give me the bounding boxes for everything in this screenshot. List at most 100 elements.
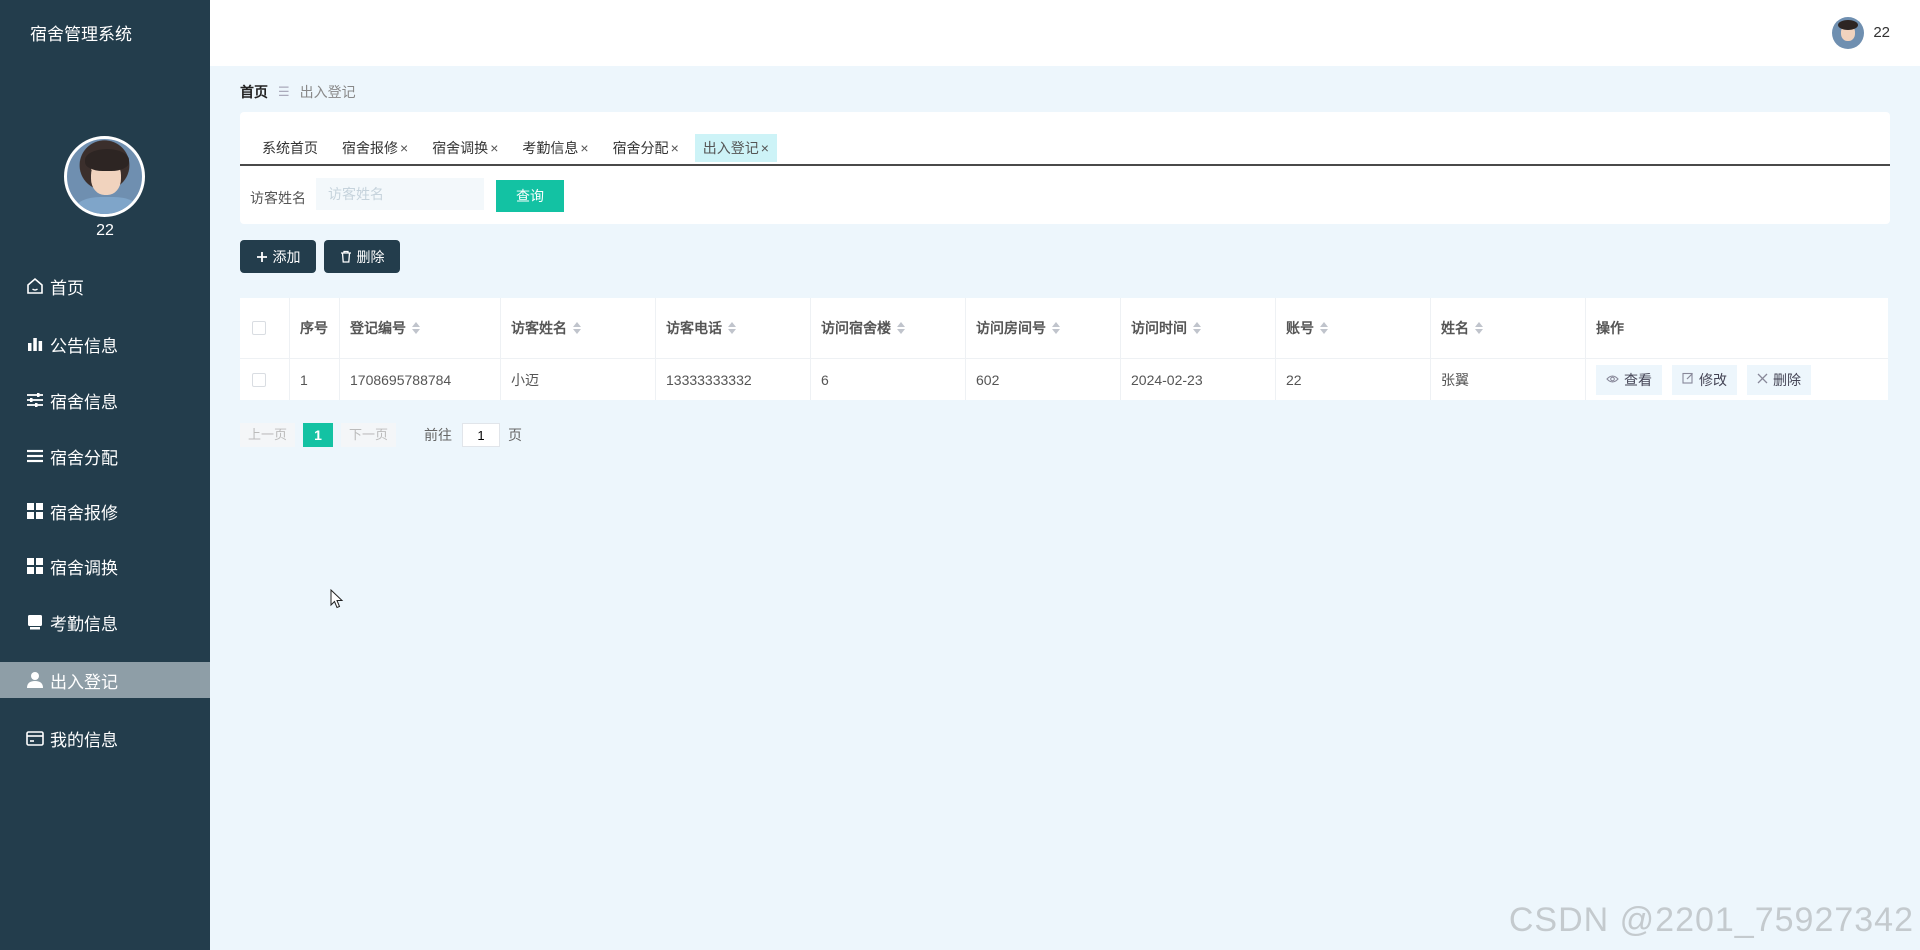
sort-icon[interactable] bbox=[412, 322, 420, 334]
cell-index: 1 bbox=[290, 359, 340, 400]
select-all-checkbox[interactable] bbox=[252, 321, 266, 335]
trash-icon bbox=[340, 250, 352, 263]
select-all-cell bbox=[240, 298, 290, 358]
breadcrumb-current: 出入登记 bbox=[299, 84, 356, 100]
close-icon[interactable]: × bbox=[400, 140, 408, 156]
inbox-icon bbox=[24, 611, 46, 633]
sidebar-item-visitor-log[interactable]: 出入登记 bbox=[0, 662, 210, 698]
header-username[interactable]: 22 bbox=[1873, 24, 1890, 41]
sidebar-username: 22 bbox=[96, 222, 114, 239]
bar-chart-icon bbox=[24, 333, 46, 355]
sort-icon[interactable] bbox=[1475, 322, 1483, 334]
column-header[interactable]: 姓名 bbox=[1431, 298, 1586, 358]
close-icon[interactable]: × bbox=[580, 140, 588, 156]
add-button[interactable]: 添加 bbox=[240, 240, 316, 273]
sidebar-item-dorm-swap[interactable]: 宿舍调换 bbox=[0, 548, 210, 584]
mouse-cursor-icon bbox=[330, 588, 344, 612]
list-icon bbox=[24, 445, 46, 467]
grid-icon bbox=[24, 500, 46, 522]
cell-account: 22 bbox=[1276, 359, 1431, 400]
sort-icon[interactable] bbox=[1193, 322, 1201, 334]
eye-icon bbox=[1606, 372, 1619, 387]
watermark: CSDN @2201_75927342 bbox=[1508, 901, 1914, 939]
cell-reg-no: 1708695788784 bbox=[340, 359, 501, 400]
breadcrumb-separator-icon: ☰ bbox=[278, 84, 290, 99]
sidebar-item-home[interactable]: 首页 bbox=[0, 268, 210, 304]
sort-icon[interactable] bbox=[897, 322, 905, 334]
plus-icon bbox=[256, 251, 268, 263]
sidebar: 宿舍管理系统 22 首页 公告信息 宿舍信息 宿舍分配 宿舍报修 宿舍调换 考勤… bbox=[0, 0, 210, 950]
row-checkbox[interactable] bbox=[252, 372, 266, 387]
cell-visit-time: 2024-02-23 bbox=[1121, 359, 1276, 400]
goto-label: 前往 bbox=[424, 427, 453, 443]
close-icon[interactable]: × bbox=[761, 140, 769, 156]
tab-dorm-repair[interactable]: 宿舍报修 × bbox=[334, 134, 416, 162]
card-icon bbox=[24, 727, 46, 749]
home-icon bbox=[24, 275, 46, 297]
tab-divider bbox=[240, 164, 1890, 166]
goto-page-input[interactable] bbox=[462, 423, 501, 447]
search-label: 访客姓名 bbox=[250, 190, 306, 206]
visitor-log-table: 序号 登记编号 访客姓名 访客电话 访问宿舍楼 访问房间号 访问时间 账号 姓名… bbox=[240, 298, 1888, 400]
column-header[interactable]: 访客姓名 bbox=[501, 298, 656, 358]
sidebar-avatar bbox=[64, 136, 145, 217]
close-icon[interactable]: × bbox=[490, 140, 498, 156]
close-icon bbox=[1757, 372, 1768, 387]
visitor-name-search-input[interactable] bbox=[316, 178, 484, 210]
sidebar-item-announcements[interactable]: 公告信息 bbox=[0, 326, 210, 362]
column-header: 操作 bbox=[1596, 320, 1624, 336]
user-icon bbox=[24, 669, 46, 691]
cell-actions: 查看 修改 删除 bbox=[1586, 359, 1888, 400]
tab-visitor-log[interactable]: 出入登记 × bbox=[694, 134, 777, 162]
sidebar-item-dorm-allocation[interactable]: 宿舍分配 bbox=[0, 438, 210, 474]
tab-bar: 系统首页 宿舍报修 × 宿舍调换 × 考勤信息 × 宿舍分配 × 出入登记 × bbox=[254, 134, 785, 162]
cell-room: 602 bbox=[966, 359, 1121, 400]
grid-icon bbox=[24, 555, 46, 577]
row-select-cell bbox=[240, 359, 290, 400]
header-avatar[interactable] bbox=[1832, 17, 1864, 49]
next-page-button[interactable]: 下一页 bbox=[341, 423, 397, 447]
sort-icon[interactable] bbox=[1320, 322, 1328, 334]
sort-icon[interactable] bbox=[728, 322, 736, 334]
cell-visitor-phone: 13333333332 bbox=[656, 359, 811, 400]
tabs-search-panel: 系统首页 宿舍报修 × 宿舍调换 × 考勤信息 × 宿舍分配 × 出入登记 × 访客姓名 … bbox=[240, 112, 1890, 224]
top-bar: 22 bbox=[210, 0, 1920, 66]
app-title: 宿舍管理系统 bbox=[30, 25, 132, 44]
sort-icon[interactable] bbox=[1052, 322, 1060, 334]
table-header: 序号 登记编号 访客姓名 访客电话 访问宿舍楼 访问房间号 访问时间 账号 姓名… bbox=[240, 298, 1888, 358]
tab-dorm-allocation[interactable]: 宿舍分配 × bbox=[605, 134, 687, 162]
edit-button[interactable]: 修改 bbox=[1672, 364, 1737, 395]
column-header: 序号 bbox=[290, 298, 340, 358]
search-button[interactable]: 查询 bbox=[496, 180, 564, 212]
row-delete-button[interactable]: 删除 bbox=[1747, 364, 1811, 395]
sidebar-item-my-info[interactable]: 我的信息 bbox=[0, 720, 210, 756]
page-number-current[interactable]: 1 bbox=[303, 423, 334, 447]
cell-name: 张翼 bbox=[1431, 359, 1586, 400]
pagination: 上一页 1 下一页 前往 页 bbox=[240, 423, 522, 447]
tab-dorm-swap[interactable]: 宿舍调换 × bbox=[424, 134, 506, 162]
breadcrumb: 首页 ☰ 出入登记 bbox=[240, 82, 356, 102]
prev-page-button[interactable]: 上一页 bbox=[240, 423, 296, 447]
table-row: 1 1708695788784 小迈 13333333332 6 602 202… bbox=[240, 358, 1888, 400]
column-header[interactable]: 登记编号 bbox=[340, 298, 501, 358]
column-header[interactable]: 访问宿舍楼 bbox=[811, 298, 966, 358]
tab-attendance[interactable]: 考勤信息 × bbox=[514, 134, 596, 162]
tab-system-home[interactable]: 系统首页 bbox=[254, 134, 326, 162]
column-header[interactable]: 访客电话 bbox=[656, 298, 811, 358]
view-button[interactable]: 查看 bbox=[1596, 364, 1662, 395]
sidebar-item-dorm-repair[interactable]: 宿舍报修 bbox=[0, 493, 210, 529]
cell-building: 6 bbox=[811, 359, 966, 400]
sidebar-item-dorm-info[interactable]: 宿舍信息 bbox=[0, 382, 210, 418]
column-header[interactable]: 访问房间号 bbox=[966, 298, 1121, 358]
cell-visitor-name: 小迈 bbox=[501, 359, 656, 400]
edit-icon bbox=[1682, 372, 1694, 387]
delete-button[interactable]: 删除 bbox=[324, 240, 400, 273]
breadcrumb-home[interactable]: 首页 bbox=[240, 82, 268, 102]
column-header[interactable]: 账号 bbox=[1276, 298, 1431, 358]
column-header[interactable]: 访问时间 bbox=[1121, 298, 1276, 358]
sliders-icon bbox=[24, 389, 46, 411]
sort-icon[interactable] bbox=[573, 322, 581, 334]
page-unit-label: 页 bbox=[508, 427, 523, 443]
sidebar-item-attendance[interactable]: 考勤信息 bbox=[0, 604, 210, 640]
close-icon[interactable]: × bbox=[671, 140, 679, 156]
